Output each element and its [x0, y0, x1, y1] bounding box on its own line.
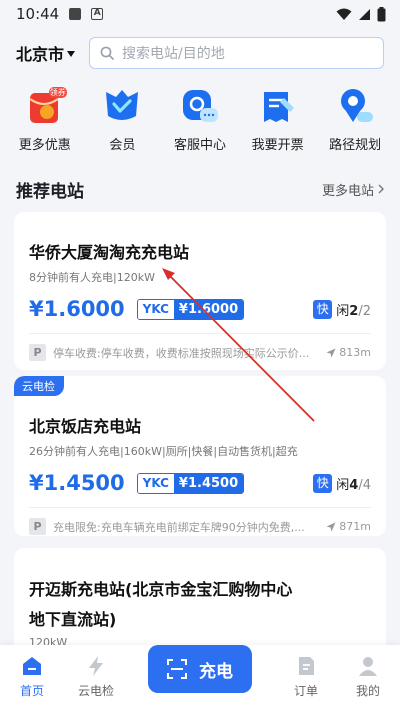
idle-count: 闲2/2 — [336, 300, 371, 319]
station-name-line2: 地下直流站) — [29, 610, 117, 629]
quick-entry-label: 会员 — [109, 138, 136, 153]
app-notification-icon: A — [91, 8, 104, 20]
cloud-check-tag: 云电检 — [14, 376, 64, 396]
station-name: 北京饭店充电站 — [29, 417, 142, 436]
idle-number: 2 — [349, 303, 359, 319]
status-bar: 10:44 A — [0, 0, 400, 28]
nav-label: 我的 — [355, 684, 380, 698]
gallery-notification-icon — [69, 8, 82, 20]
ykc-price-badge: YKC ¥1.4500 — [136, 472, 245, 494]
caret-down-icon — [67, 51, 76, 57]
lightning-icon — [89, 656, 103, 676]
quick-entry-member[interactable]: 会员 — [86, 84, 158, 160]
nav-cloud-check[interactable]: 云电检 — [72, 655, 120, 699]
idle-label: 闲 — [336, 303, 350, 319]
station-name-line1: 开迈斯充电站(北京市金宝汇购物中心 — [29, 580, 293, 599]
quick-entry-label: 路径规划 — [329, 138, 382, 153]
station-card[interactable]: 云电检 北京饭店充电站 26分钟前有人充电|160kW|厕所|快餐|自动售货机|… — [14, 376, 386, 536]
idle-label: 闲 — [336, 477, 350, 493]
station-card[interactable]: 华侨大厦淘淘充充电站 8分钟前有人充电|120kW ¥1.6000 YKC ¥1… — [14, 212, 386, 370]
nav-orders[interactable]: 订单 — [282, 655, 330, 699]
nav-mine[interactable]: 我的 — [344, 655, 392, 699]
ykc-label: YKC — [137, 473, 174, 493]
station-distance: 813m — [326, 346, 371, 359]
nav-label: 云电检 — [77, 684, 114, 698]
search-icon — [100, 46, 114, 60]
quick-entry-grid: 领券 更多优惠 会员 客服中心 我要开票 路径规划 — [0, 84, 400, 160]
distance-value: 813m — [339, 346, 371, 359]
fast-charge-tag: 快 — [313, 473, 333, 493]
signal-icon — [359, 8, 370, 20]
user-icon — [359, 657, 377, 676]
more-stations-link[interactable]: 更多电站 — [322, 180, 384, 199]
top-header: 北京市 搜索电站/目的地 — [0, 28, 400, 78]
coupon-badge: 领券 — [49, 88, 66, 97]
charge-scan-button[interactable]: 充电 — [148, 645, 252, 693]
member-crown-icon — [100, 84, 144, 128]
idle-total: /4 — [358, 477, 371, 493]
navigation-arrow-icon — [326, 348, 336, 357]
chevron-right-icon — [378, 184, 384, 194]
status-time: 10:44 — [16, 5, 60, 23]
ykc-price-badge: YKC ¥1.6000 — [136, 298, 245, 320]
parking-info: 停车收费:停车收费，收费标准按照现场实际公示价... — [53, 346, 310, 360]
idle-count: 闲4/4 — [336, 474, 371, 493]
search-input[interactable]: 搜索电站/目的地 — [89, 37, 384, 69]
navigation-arrow-icon — [326, 522, 336, 531]
quick-entry-label: 客服中心 — [173, 138, 226, 153]
parking-icon: P — [29, 344, 46, 361]
ykc-price: ¥1.4500 — [173, 473, 244, 493]
city-selector[interactable]: 北京市 — [16, 41, 76, 65]
nav-label: 订单 — [293, 684, 318, 698]
parking-icon: P — [29, 518, 46, 535]
gift-envelope-icon: 领券 — [23, 84, 67, 128]
nav-home[interactable]: 首页 — [8, 655, 56, 699]
wifi-icon — [336, 8, 352, 20]
idle-number: 4 — [349, 477, 359, 493]
route-plan-icon — [333, 84, 377, 128]
ykc-label: YKC — [137, 299, 174, 319]
divider — [29, 507, 371, 508]
station-name: 华侨大厦淘淘充充电站 — [29, 243, 190, 262]
parking-info: 充电限免:充电车辆充电前绑定车牌90分钟内免费,... — [53, 520, 305, 534]
quick-entry-invoice[interactable]: 我要开票 — [242, 84, 314, 160]
station-meta: 26分钟前有人充电|160kW|厕所|快餐|自动售货机|超充 — [29, 445, 298, 458]
idle-total: /2 — [358, 303, 371, 319]
quick-entry-label: 更多优惠 — [18, 138, 71, 153]
battery-icon — [377, 6, 386, 21]
quick-entry-discounts[interactable]: 领券 更多优惠 — [9, 84, 81, 160]
invoice-icon — [256, 84, 300, 128]
search-placeholder: 搜索电站/目的地 — [122, 46, 225, 62]
city-name: 北京市 — [16, 45, 65, 64]
charger-availability: 快 闲2/2 — [313, 299, 371, 319]
orders-icon — [299, 657, 314, 675]
recommended-section-header: 推荐电站 更多电站 — [16, 176, 384, 202]
quick-entry-route-plan[interactable]: 路径规划 — [319, 84, 391, 160]
scan-icon — [167, 659, 187, 679]
more-stations-label: 更多电站 — [321, 183, 374, 199]
section-title: 推荐电站 — [16, 181, 84, 202]
station-meta: 8分钟前有人充电|120kW — [29, 271, 155, 284]
divider — [29, 333, 371, 334]
charger-availability: 快 闲4/4 — [313, 473, 371, 493]
station-distance: 871m — [326, 520, 371, 533]
station-price: ¥1.6000 — [29, 297, 125, 321]
quick-entry-label: 我要开票 — [251, 138, 304, 153]
charge-label: 充电 — [199, 661, 233, 682]
distance-value: 871m — [339, 520, 371, 533]
nav-label: 首页 — [19, 684, 44, 698]
ykc-price: ¥1.6000 — [173, 299, 244, 319]
home-icon — [23, 657, 41, 675]
station-price: ¥1.4500 — [29, 471, 125, 495]
fast-charge-tag: 快 — [313, 299, 333, 319]
customer-service-icon — [178, 84, 222, 128]
quick-entry-customer-service[interactable]: 客服中心 — [164, 84, 236, 160]
